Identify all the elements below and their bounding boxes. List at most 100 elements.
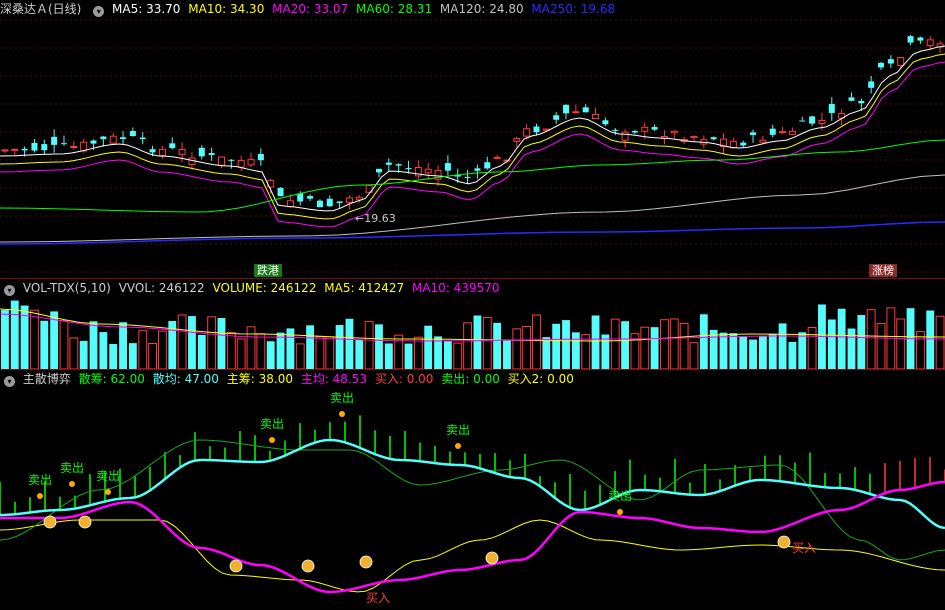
candle-body [740, 142, 747, 146]
candle-body [286, 200, 294, 208]
volume-bar [866, 309, 876, 369]
cyan-average-line [0, 438, 945, 530]
volume-bar [463, 322, 472, 369]
runner-icon [339, 411, 345, 417]
volume-bar [503, 340, 511, 369]
volume-bar [709, 329, 718, 369]
volume-bar [128, 343, 137, 369]
candle-body [41, 144, 48, 151]
volume-bar [679, 322, 689, 369]
candle-body [474, 168, 481, 171]
volume-bar [660, 319, 669, 369]
candle-body [769, 128, 776, 135]
candle-body [878, 62, 885, 68]
ma120-line [0, 174, 945, 243]
candle-body [651, 127, 658, 130]
volume-bar [493, 322, 502, 369]
volume-bar [591, 315, 600, 369]
volume-bar [89, 321, 98, 369]
volume-bar [699, 314, 708, 369]
volume-bar [542, 337, 551, 369]
candle-body [208, 153, 215, 155]
candle-body [31, 142, 38, 151]
candle-body [750, 132, 757, 136]
legend-ma60: MA60: 28.31 [356, 2, 433, 16]
volume-bar [896, 318, 906, 369]
candle-body [178, 149, 186, 155]
event-tag-right[interactable]: 涨榜 [869, 264, 897, 277]
indicator-zhujun: 主均: 48.53 [300, 372, 368, 386]
volume-indicator-name: VOL-TDX(5,10) [22, 281, 111, 295]
runner-icon [37, 493, 43, 499]
candle-body [21, 148, 28, 151]
candle-body [759, 139, 767, 143]
chevron-circle-icon[interactable]: ▾ [4, 376, 15, 387]
candle-body [464, 176, 471, 178]
money-bag-icon [485, 551, 499, 565]
candle-body [809, 116, 816, 124]
volume-panel[interactable]: ▾ VOL-TDX(5,10) VVOL: 246122 VOLUME: 246… [0, 279, 945, 369]
candle-body [297, 193, 304, 202]
volume-bar [473, 315, 482, 369]
volume-bar [335, 324, 344, 369]
volume-value: VOLUME: 246122 [212, 281, 317, 295]
volume-bar [689, 342, 699, 369]
volume-bar [621, 321, 629, 369]
event-tag-left[interactable]: 跌港 [254, 264, 282, 277]
candle-body [887, 59, 894, 64]
candle-body [484, 162, 491, 169]
volume-bar [384, 343, 393, 369]
volume-bar [562, 320, 570, 369]
candle-body [90, 140, 97, 144]
money-bag-icon [78, 515, 92, 529]
volume-bar [935, 315, 945, 369]
candle-body [868, 81, 875, 88]
candle-body [100, 136, 107, 140]
chevron-circle-icon[interactable]: ▾ [93, 6, 105, 17]
volume-bar [640, 326, 650, 369]
money-bag-icon [43, 515, 57, 529]
candle-body [788, 130, 796, 135]
volume-bar [729, 333, 738, 369]
volume-bar [601, 334, 610, 369]
chevron-circle-icon[interactable]: ▾ [4, 285, 15, 296]
volume-bar [532, 314, 541, 369]
indicator-sell: 卖出: 0.00 [441, 372, 500, 386]
sell-label: 卖出 [28, 473, 52, 487]
indicator-chart[interactable]: 卖出卖出卖出卖出卖出卖出卖出买入买入 [0, 370, 945, 610]
volume-bar [512, 328, 522, 369]
candle-body [217, 156, 225, 166]
candle-body [592, 113, 600, 120]
ma20-line [0, 61, 945, 228]
candle-body [523, 128, 531, 137]
sell-label: 卖出 [330, 391, 354, 405]
volume-bar [482, 317, 492, 369]
candle-body [602, 120, 609, 125]
candle-body [1, 149, 9, 152]
candle-body [493, 156, 501, 159]
legend-ma20: MA20: 33.07 [272, 2, 349, 16]
indicator-panel[interactable]: ▾ 主散博弈 散筹: 62.00 散均: 47.00 主筹: 38.00 主均:… [0, 370, 945, 610]
volume-vvol: VVOL: 246122 [118, 281, 205, 295]
main-chart-title: 深桑达Ａ(日线) [0, 2, 82, 16]
volume-bar [758, 335, 767, 369]
volume-bar [197, 334, 206, 369]
volume-bar [188, 316, 196, 369]
volume-ma10: MA10: 439570 [411, 281, 500, 295]
runner-icon [105, 489, 111, 495]
volume-bar [148, 342, 157, 369]
candle-body [582, 107, 589, 113]
low-price-label: ←19.63 [355, 212, 396, 225]
volume-bar [926, 310, 935, 369]
volume-bar [827, 319, 836, 369]
candlestick-chart[interactable] [0, 0, 945, 278]
main-chart-header: 深桑达Ａ(日线) ▾ MA5: 33.70 MA10: 34.30 MA20: … [0, 0, 619, 18]
low-arrow: ← [355, 212, 365, 225]
volume-bar [778, 323, 787, 369]
candle-body [444, 163, 451, 171]
volume-bar [306, 325, 314, 369]
candle-body [553, 115, 560, 120]
volume-bar [571, 332, 580, 369]
main-chart-panel[interactable]: 深桑达Ａ(日线) ▾ MA5: 33.70 MA10: 34.30 MA20: … [0, 0, 945, 278]
volume-bar [30, 309, 39, 369]
